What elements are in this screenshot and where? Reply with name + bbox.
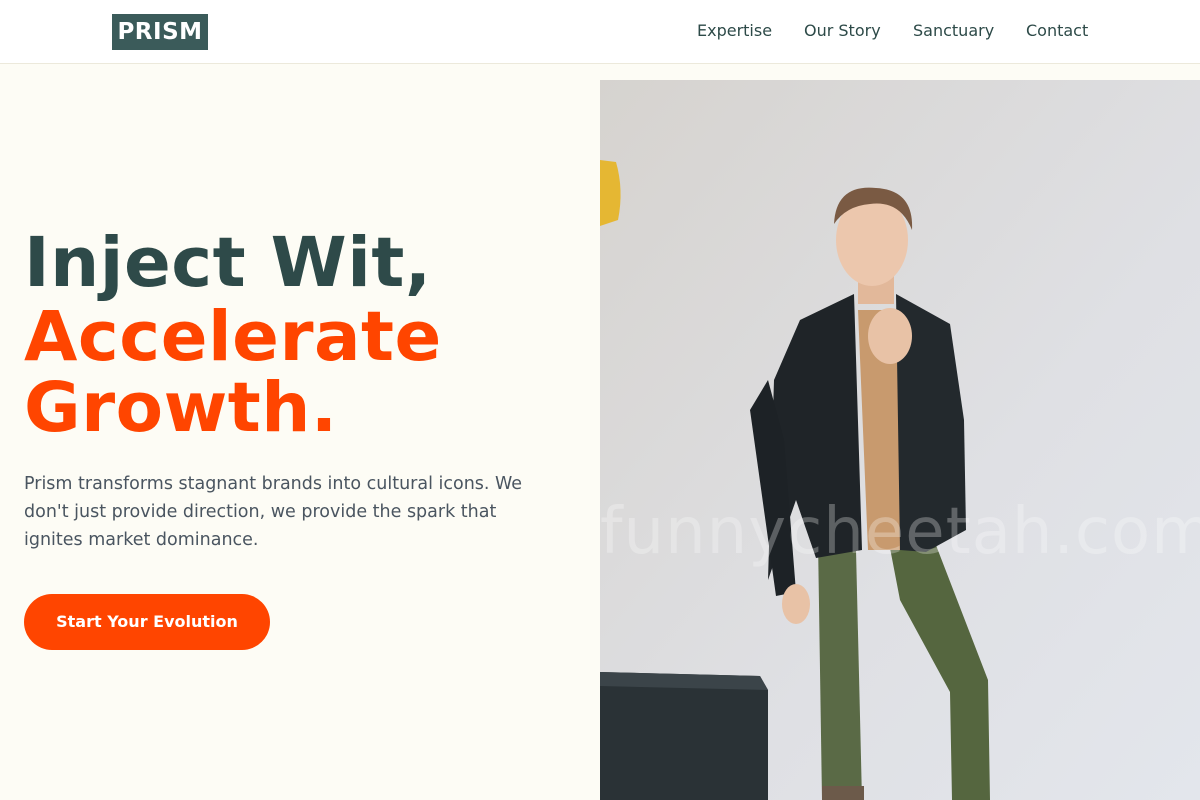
headline-line-1: Inject Wit, (24, 223, 432, 303)
start-evolution-button[interactable]: Start Your Evolution (24, 594, 270, 650)
dark-cube-shape (600, 672, 768, 800)
nav-link-expertise[interactable]: Expertise (697, 21, 772, 41)
site-header: PRISM Expertise Our Story Sanctuary Cont… (0, 0, 1200, 64)
nav-link-sanctuary[interactable]: Sanctuary (913, 21, 994, 41)
watermark-text: funnycheetah.com (600, 495, 1200, 569)
model-photo-illustration (600, 80, 1200, 800)
headline-line-2: Accelerate (24, 297, 442, 377)
yellow-lamp-shape (600, 160, 621, 226)
nav-link-contact[interactable]: Contact (1026, 21, 1088, 41)
left-leg-shape (818, 540, 862, 800)
hero-photo: funnycheetah.com (600, 80, 1200, 800)
hero-description: Prism transforms stagnant brands into cu… (24, 474, 523, 550)
logo[interactable]: PRISM (112, 14, 208, 50)
nav-link-our-story[interactable]: Our Story (804, 21, 881, 41)
headline-line-3: Growth. (24, 368, 338, 448)
